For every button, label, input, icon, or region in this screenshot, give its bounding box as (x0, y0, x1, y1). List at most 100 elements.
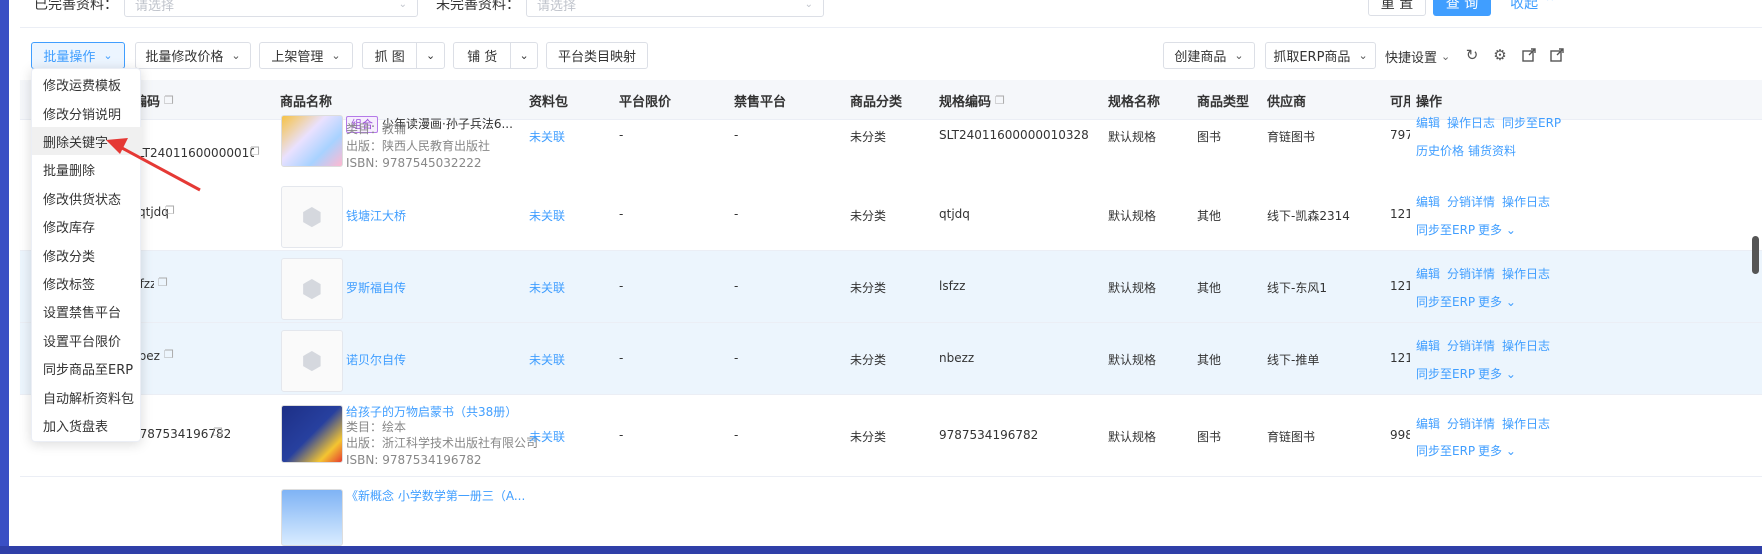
product-thumbnail[interactable] (281, 115, 343, 167)
dropdown-item-set-ban-platform[interactable]: 设置禁售平台 (32, 297, 142, 325)
price-history-link[interactable]: 历史价格 (1416, 142, 1464, 159)
dropdown-item-edit-shipping-template[interactable]: 修改运费模板 (32, 70, 142, 98)
edit-link[interactable]: 编辑 (1416, 265, 1440, 282)
batch-ops-button[interactable]: 批量操作 ⌄ (31, 42, 125, 69)
dropdown-item-edit-stock[interactable]: 修改库存 (32, 212, 142, 240)
quick-settings-button[interactable]: 快捷设置 ⌄ (1385, 47, 1450, 66)
product-thumbnail[interactable]: ⬢ (281, 186, 343, 248)
operation-log-link[interactable]: 操作日志 (1502, 337, 1550, 354)
product-type: 图书 (1197, 130, 1222, 144)
package-link[interactable]: 未关联 (529, 428, 565, 445)
more-button[interactable]: 更多 ⌄ (1478, 442, 1516, 459)
header-spec-name: 规格名称 (1108, 94, 1161, 110)
product-thumbnail[interactable] (281, 489, 343, 546)
spec-name: 默认规格 (1108, 209, 1157, 223)
grab-image-button[interactable]: 抓 图 (363, 43, 418, 68)
product-name[interactable]: 罗斯福自传 (346, 279, 406, 296)
package-link[interactable]: 未关联 (529, 279, 565, 296)
category-mapping-button[interactable]: 平台类目映射 (546, 42, 648, 69)
dropdown-item-delete-keyword[interactable]: 删除关键字 (32, 127, 142, 155)
sync-erp-link[interactable]: 同步至ERP (1416, 365, 1475, 382)
collapse-button[interactable]: 收起 ⌃ (1505, 0, 1561, 16)
dropdown-item-edit-supply-status[interactable]: 修改供货状态 (32, 184, 142, 212)
table-row: 9787534196782 ❐ 给孩子的万物启蒙书（共38册） 类目：绘本 出版… (20, 395, 1762, 477)
search-button[interactable]: 查 询 (1433, 0, 1491, 16)
more-button[interactable]: 更多 ⌄ (1478, 221, 1516, 238)
spec-code: lsfzz (939, 279, 966, 293)
dropdown-item-edit-tag[interactable]: 修改标签 (32, 269, 142, 297)
stock-material-link[interactable]: 铺货资料 (1468, 142, 1516, 159)
package-link[interactable]: 未关联 (529, 128, 565, 145)
shelf-management-button[interactable]: 上架管理 ⌄ (259, 42, 353, 69)
product-type: 图书 (1197, 430, 1222, 444)
filter-row: 已完善资料： 请选择 ⌄ 未完善资料： 请选择 ⌄ (34, 0, 824, 18)
perfected-select[interactable]: 请选择 ⌄ (124, 0, 418, 17)
chevron-up-icon: ⌃ (1544, 0, 1556, 11)
edit-link[interactable]: 编辑 (1416, 415, 1440, 432)
reset-button[interactable]: 重 置 (1368, 0, 1426, 16)
distribution-detail-link[interactable]: 分销详情 (1447, 265, 1495, 282)
sync-erp-link[interactable]: 同步至ERP (1416, 221, 1475, 238)
copy-icon[interactable]: ❐ (158, 276, 168, 289)
table-row: SLT24011600000010328 ❐ 组合少年读漫画·孙子兵法6... … (20, 115, 1762, 185)
sync-erp-link[interactable]: 同步至ERP (1416, 442, 1475, 459)
product-thumbnail[interactable] (281, 405, 343, 463)
copy-icon[interactable]: ❐ (213, 426, 223, 439)
chevron-down-icon[interactable]: ⌄ (417, 43, 444, 68)
category: 未分类 (850, 209, 887, 223)
copy-icon[interactable]: ❐ (164, 348, 174, 361)
distribution-detail-link[interactable]: 分销详情 (1447, 337, 1495, 354)
dropdown-item-edit-category[interactable]: 修改分类 (32, 241, 142, 269)
copy-icon[interactable]: ❐ (165, 204, 175, 217)
chevron-down-icon[interactable]: ⌄ (511, 43, 537, 68)
code-cell: SLT24011600000010328 (134, 146, 254, 160)
package-link[interactable]: 未关联 (529, 351, 565, 368)
export-icon[interactable] (1520, 46, 1538, 64)
chevron-down-icon: ⌄ (1505, 367, 1516, 381)
dropdown-item-set-price-limit[interactable]: 设置平台限价 (32, 326, 142, 354)
product-name[interactable]: 钱塘江大桥 (346, 207, 406, 224)
product-name[interactable]: 《新概念 小学数学第一册三（A... (346, 487, 525, 504)
operation-log-link[interactable]: 操作日志 (1502, 265, 1550, 282)
stock-button[interactable]: 铺 货 (454, 43, 512, 68)
product-thumbnail[interactable]: ⬢ (281, 330, 343, 392)
dropdown-item-edit-distribution-note[interactable]: 修改分销说明 (32, 99, 142, 127)
scrollbar-thumb[interactable] (1752, 236, 1759, 274)
spec-code: qtjdq (939, 207, 970, 221)
operation-log-link[interactable]: 操作日志 (1502, 193, 1550, 210)
more-button[interactable]: 更多 ⌄ (1478, 293, 1516, 310)
operation-log-link[interactable]: 操作日志 (1447, 114, 1495, 131)
dropdown-item-auto-parse-package[interactable]: 自动解析资料包 (32, 383, 142, 411)
edit-link[interactable]: 编辑 (1416, 337, 1440, 354)
price-limit: - (619, 207, 624, 221)
unperfected-select[interactable]: 请选择 ⌄ (526, 0, 824, 17)
more-button[interactable]: 更多 ⌄ (1478, 365, 1516, 382)
open-external-icon[interactable] (1548, 46, 1566, 64)
dropdown-item-add-to-pallet[interactable]: 加入货盘表 (32, 411, 142, 439)
operation-log-link[interactable]: 操作日志 (1502, 415, 1550, 432)
copy-icon[interactable]: ❐ (250, 145, 260, 158)
product-name[interactable]: 诺贝尔自传 (346, 351, 406, 368)
batch-price-button[interactable]: 批量修改价格 ⌄ (135, 42, 251, 69)
refresh-icon[interactable]: ↻ (1463, 46, 1481, 64)
grab-erp-button[interactable]: 抓取ERP商品 ⌄ (1265, 42, 1376, 69)
edit-link[interactable]: 编辑 (1416, 193, 1440, 210)
copy-icon[interactable]: ❐ (164, 94, 174, 107)
edit-link[interactable]: 编辑 (1416, 114, 1440, 131)
product-name[interactable]: 给孩子的万物启蒙书（共38册） (346, 403, 517, 420)
sync-erp-link[interactable]: 同步至ERP (1502, 114, 1561, 131)
image-placeholder-icon: ⬢ (301, 347, 323, 375)
gear-icon[interactable]: ⚙ (1491, 46, 1509, 64)
product-publisher: 出版：浙江科学技术出版社有限公司 (346, 436, 539, 450)
dropdown-item-sync-erp[interactable]: 同步商品至ERP (32, 354, 142, 382)
dropdown-item-batch-delete[interactable]: 批量删除 (32, 155, 142, 183)
sync-erp-link[interactable]: 同步至ERP (1416, 293, 1475, 310)
distribution-detail-link[interactable]: 分销详情 (1447, 193, 1495, 210)
stock-split-button: 铺 货 ⌄ (453, 42, 538, 69)
copy-icon[interactable]: ❐ (995, 94, 1005, 107)
package-link[interactable]: 未关联 (529, 207, 565, 224)
header-supplier: 供应商 (1267, 94, 1307, 110)
distribution-detail-link[interactable]: 分销详情 (1447, 415, 1495, 432)
product-thumbnail[interactable]: ⬢ (281, 258, 343, 320)
create-goods-button[interactable]: 创建商品 ⌄ (1163, 42, 1255, 69)
